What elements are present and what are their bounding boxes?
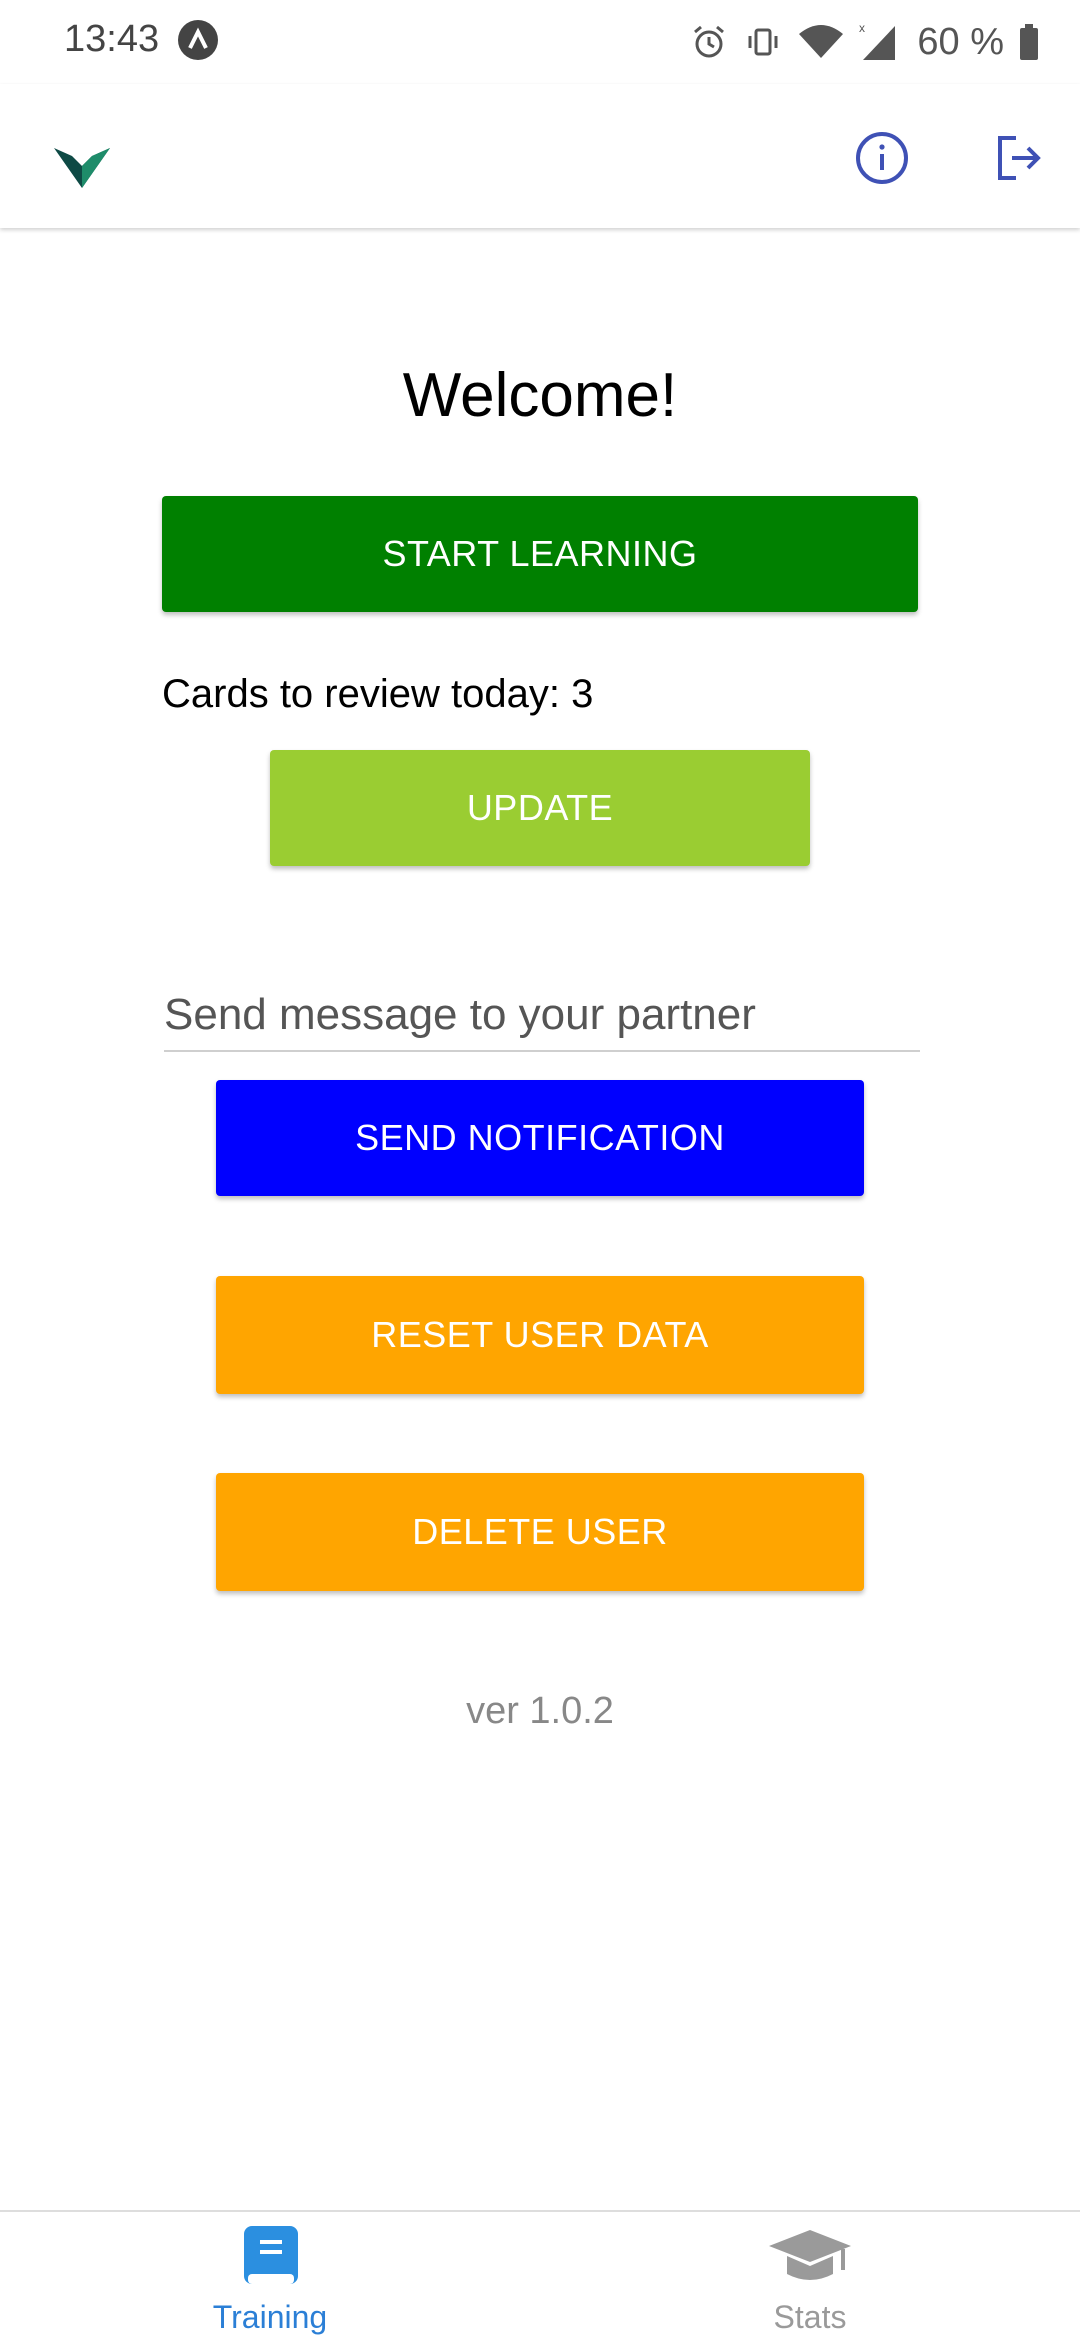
delete-user-button[interactable]: DELETE USER — [216, 1473, 864, 1591]
reset-user-data-button[interactable]: RESET USER DATA — [216, 1276, 864, 1394]
app-bar — [0, 84, 1080, 228]
start-learning-button[interactable]: START LEARNING — [162, 496, 918, 612]
signal-icon: x — [859, 20, 899, 64]
welcome-heading: Welcome! — [402, 361, 678, 430]
status-bar: 13:43 x 60 % — [0, 0, 1080, 84]
tab-training-label: Training — [212, 2299, 328, 2335]
tab-stats-label: Stats — [773, 2299, 847, 2335]
alarm-icon — [689, 22, 729, 62]
app-logo-icon — [52, 146, 112, 195]
tab-training[interactable]: Training — [0, 2212, 540, 2342]
app-version: ver 1.0.2 — [466, 1690, 614, 1732]
battery-icon — [1018, 22, 1040, 62]
bottom-nav: Training Stats — [0, 2210, 1080, 2342]
vibrate-icon — [743, 22, 783, 62]
graduation-cap-icon — [765, 2224, 855, 2297]
status-icons: x 60 % — [689, 14, 1040, 70]
book-icon — [238, 2224, 302, 2297]
cards-review-count: Cards to review today: 3 — [162, 672, 594, 716]
wifi-icon — [797, 22, 845, 62]
send-notification-button[interactable]: SEND NOTIFICATION — [216, 1080, 864, 1196]
partner-message-input[interactable] — [164, 980, 920, 1052]
info-icon[interactable] — [852, 128, 912, 188]
battery-percent: 60 % — [917, 20, 1004, 63]
app-notification-icon — [178, 20, 218, 60]
logout-icon[interactable] — [990, 130, 1046, 186]
status-time: 13:43 — [64, 18, 160, 60]
svg-text:x: x — [859, 21, 865, 35]
tab-stats[interactable]: Stats — [540, 2212, 1080, 2342]
update-button[interactable]: UPDATE — [270, 750, 810, 866]
